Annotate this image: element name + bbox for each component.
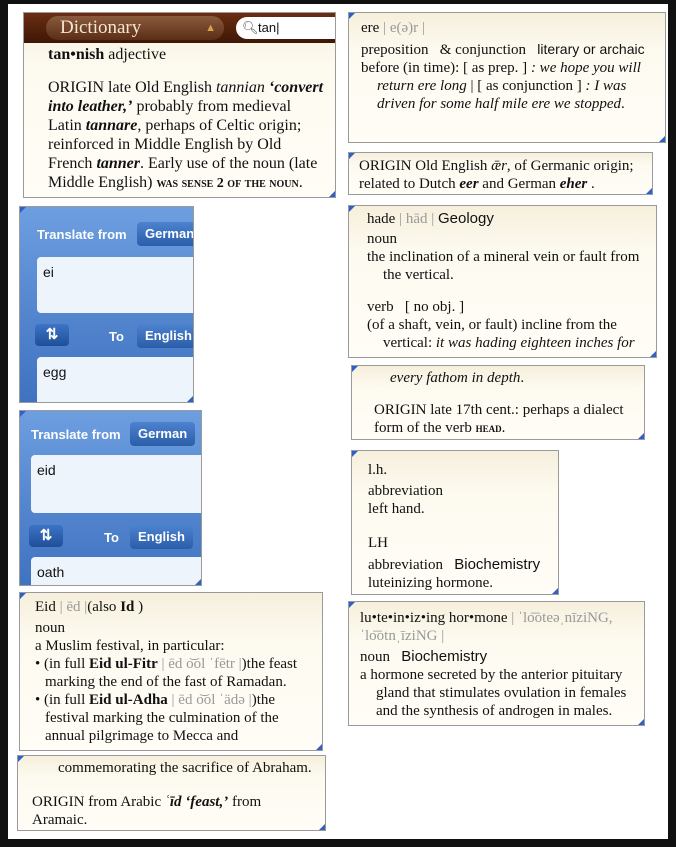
to-language-select[interactable]: English — [130, 525, 193, 549]
search-input[interactable]: 🔍︎ tan| — [236, 17, 335, 39]
entry-origin: ORIGIN late 17th cent.: perhaps a dialec… — [374, 402, 624, 436]
entry-headword: LH — [368, 535, 388, 551]
from-language-select[interactable]: German — [130, 422, 196, 446]
dictionary-toolbar: Dictionary ▲ 🔍︎ tan| — [24, 13, 335, 43]
entry-origin: ORIGIN late Old English tannian ‘convert… — [48, 79, 324, 191]
translate-widget-clip-1: Translate from German ei ⇅ To English eg… — [19, 206, 194, 403]
translate-from-label: Translate from — [37, 227, 127, 242]
entry-pos: abbreviation Biochemistry — [368, 556, 541, 573]
source-text-input[interactable]: eid — [31, 455, 201, 513]
entry-headword: tan•nish adjective — [48, 46, 167, 63]
swap-languages-icon[interactable]: ⇅ — [35, 324, 69, 346]
verb-pos: verb [ no obj. ] — [367, 299, 465, 315]
luteinizing-entry-clip: lu•te•in•iz•ing hor•mone | ˈlo͞oteəˌnīzi… — [348, 601, 645, 726]
entry-definition: luteinizing hormone. — [368, 575, 493, 591]
entry-headword: hade | hād | Geology — [367, 210, 494, 227]
entry-definition: a Muslim festival, in particular: — [35, 638, 225, 654]
entry-definition: a hormone secreted by the anterior pitui… — [360, 667, 627, 719]
source-text-input[interactable]: ei — [37, 257, 193, 313]
search-icon: 🔍︎ — [242, 20, 259, 35]
entry-definition: left hand. — [368, 501, 425, 517]
verb-definition: (of a shaft, vein, or fault) incline fro… — [367, 317, 635, 351]
translate-widget-clip-2: Translate from German eid ⇅ To English o… — [19, 410, 202, 586]
ere-entry-clip: ere | e(ə)r | preposition & conjunction … — [348, 12, 666, 143]
translation-output: egg — [37, 357, 193, 402]
entry-headword: Eid | ēd |(also Id ) — [35, 599, 144, 615]
entry-headword: l.h. — [368, 462, 388, 478]
entry-origin: ORIGIN Old English ǣr, of Germanic origi… — [359, 158, 634, 192]
entry-origin: ORIGIN from Arabic ʿīd ‘feast,’ from Ara… — [32, 794, 262, 828]
swap-languages-icon[interactable]: ⇅ — [29, 525, 63, 547]
entry-definition: before (in time): [ as prep. ] : we hope… — [361, 60, 641, 112]
to-label: To — [109, 329, 124, 344]
to-language-select[interactable]: English — [137, 324, 193, 348]
sense-item: • (in full Eid ul-Adha | ēd o͝ol ˈädə |)… — [35, 692, 279, 744]
entry-pos: preposition & conjunction literary or ar… — [361, 41, 645, 58]
translate-from-label: Translate from — [31, 427, 121, 442]
entry-pos: abbreviation — [368, 483, 443, 499]
hade-origin-clip: every fathom in depth. ORIGIN late 17th … — [351, 365, 645, 440]
verb-example: every fathom in depth — [390, 370, 521, 386]
ere-origin-clip: ORIGIN Old English ǣr, of Germanic origi… — [348, 152, 653, 195]
eid-origin-clip: commemorating the sacrifice of Abraham. … — [17, 755, 326, 831]
to-label: To — [104, 530, 119, 545]
entry-pos: noun — [367, 231, 397, 247]
stepper-arrows-icon: ▲ — [205, 22, 216, 34]
entry-pos: noun Biochemistry — [360, 648, 488, 665]
eid-entry-clip: Eid | ēd |(also Id ) noun a Muslim festi… — [19, 592, 323, 751]
entry-definition: the inclination of a mineral vein or fau… — [367, 249, 640, 283]
translation-output: oath — [31, 557, 201, 585]
dictionary-selector[interactable]: Dictionary ▲ — [46, 16, 224, 40]
entry-headword: ere | e(ə)r | — [361, 20, 425, 36]
dictionary-widget-clip: Dictionary ▲ 🔍︎ tan| tan•nish adjective OR… — [23, 12, 336, 198]
lh-entry-clip: l.h. abbreviation left hand. LH abbrevia… — [351, 450, 559, 595]
sense-item: • (in full Eid ul-Fitr | ēd o͝ol ˈfētr |… — [35, 656, 298, 690]
clippings-canvas: Dictionary ▲ 🔍︎ tan| tan•nish adjective OR… — [8, 4, 668, 839]
entry-headword: lu•te•in•iz•ing hor•mone | ˈlo͞oteəˌnīzi… — [360, 610, 613, 644]
sense-continuation: commemorating the sacrifice of Abraham. — [58, 760, 312, 776]
from-language-select[interactable]: German — [137, 222, 193, 246]
hade-entry-clip: hade | hād | Geology noun the inclinatio… — [348, 205, 657, 358]
entry-pos: noun — [35, 620, 65, 636]
